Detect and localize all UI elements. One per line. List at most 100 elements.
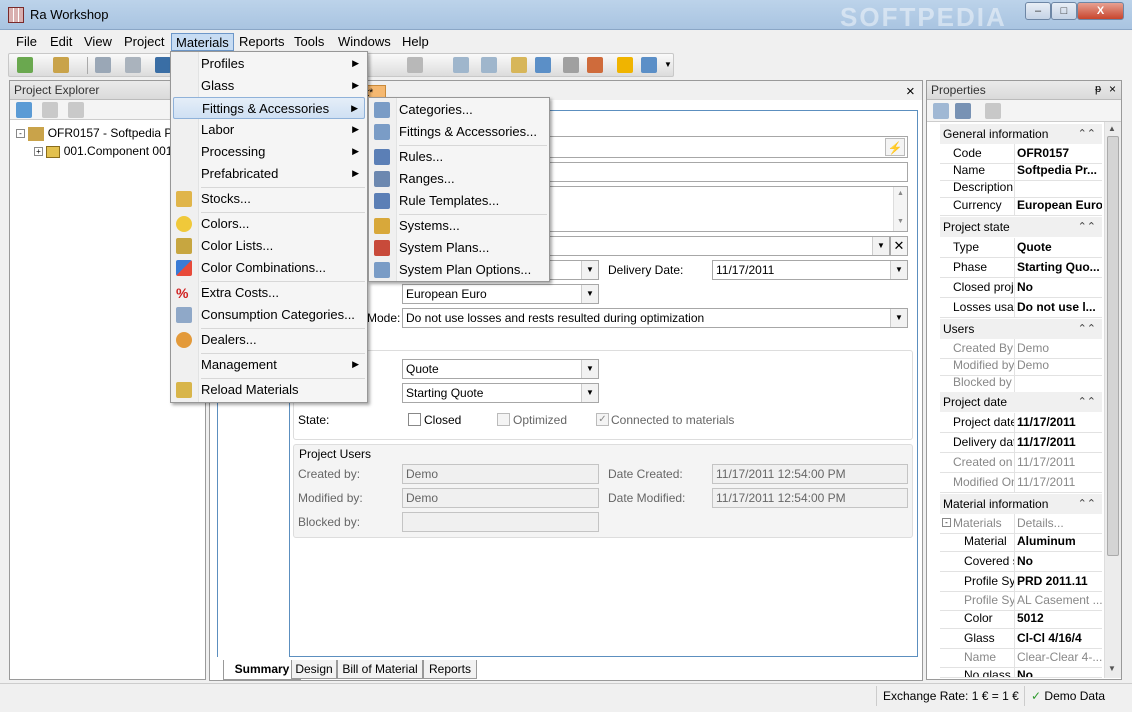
lightning-icon[interactable] xyxy=(617,57,633,73)
minimize-button[interactable]: – xyxy=(1025,2,1051,20)
chevron-down-icon[interactable]: ▼ xyxy=(890,261,907,279)
add-component-icon[interactable] xyxy=(511,57,527,73)
menu-item-prefabricated[interactable]: Prefabricated ▶ xyxy=(173,163,365,185)
list-icon[interactable] xyxy=(42,102,58,118)
prop-blocked-by[interactable]: Blocked by xyxy=(940,373,1102,393)
menu-materials[interactable]: Materials xyxy=(171,33,234,51)
toolbar-overflow-icon[interactable]: ▼ xyxy=(664,60,672,69)
collapse-icon[interactable]: ⌃⌃ xyxy=(1078,124,1096,144)
menu-item-stocks[interactable]: Stocks... xyxy=(173,188,365,210)
properties-close-icon[interactable]: × xyxy=(1109,82,1116,96)
chevron-down-icon[interactable]: ▼ xyxy=(581,261,598,279)
new-project-icon[interactable] xyxy=(17,57,33,73)
menu-reports[interactable]: Reports xyxy=(235,33,289,51)
collapse-icon[interactable]: ⌃⌃ xyxy=(1078,319,1096,339)
menu-project[interactable]: Project xyxy=(120,33,168,51)
submenu-item-rule-templates[interactable]: Rule Templates... xyxy=(371,190,547,212)
submenu-item-ranges[interactable]: Ranges... xyxy=(371,168,547,190)
phase-select[interactable]: Starting Quote ▼ xyxy=(402,383,599,403)
description-scrollbar[interactable]: ▲ ▼ xyxy=(893,187,907,231)
menu-file[interactable]: File xyxy=(12,33,41,51)
open-folder-icon[interactable] xyxy=(53,57,69,73)
prop-project-date[interactable]: Project date 11/17/2011 xyxy=(940,413,1102,433)
menu-item-extra-costs[interactable]: % Extra Costs... xyxy=(173,282,365,304)
materials-toolbar-icon[interactable] xyxy=(453,57,469,73)
sort-az-icon[interactable] xyxy=(955,103,971,119)
profiles-toolbar-icon[interactable] xyxy=(481,57,497,73)
save-icon[interactable] xyxy=(95,57,111,73)
prop-materials[interactable]: Materials Details... xyxy=(940,514,1102,534)
optimized-checkbox[interactable] xyxy=(497,413,510,426)
prop-material[interactable]: Material Aluminum xyxy=(940,532,1102,552)
settings-icon[interactable] xyxy=(641,57,657,73)
prop-profile-system[interactable]: Profile SysPRD 2011.11 xyxy=(940,572,1102,592)
chevron-down-icon[interactable]: ▼ xyxy=(872,237,889,255)
submenu-item-system-plan-options[interactable]: System Plan Options... xyxy=(371,259,547,281)
pin-icon[interactable]: ᵽ xyxy=(1095,83,1101,95)
prop-glass[interactable]: Glass Cl-Cl 4/16/4 xyxy=(940,629,1102,649)
component-icon[interactable] xyxy=(535,57,551,73)
categorized-icon[interactable] xyxy=(933,103,949,119)
prop-closed[interactable]: Closed proje No xyxy=(940,278,1102,298)
collapse-icon[interactable]: ⌃⌃ xyxy=(1078,217,1096,237)
tree-icon[interactable] xyxy=(68,102,84,118)
prop-glass-name[interactable]: Name Clear-Clear 4-... xyxy=(940,648,1102,668)
collapse-icon[interactable]: ⌃⌃ xyxy=(1078,392,1096,412)
prop-no-glass[interactable]: No glass No xyxy=(940,666,1102,678)
prop-type[interactable]: Type Quote xyxy=(940,238,1102,258)
submenu-item-system-plans[interactable]: System Plans... xyxy=(371,237,547,259)
menu-item-colors[interactable]: Colors... xyxy=(173,213,365,235)
save-all-icon[interactable] xyxy=(125,57,141,73)
property-pages-icon[interactable] xyxy=(985,103,1001,119)
scroll-thumb[interactable] xyxy=(1107,136,1119,556)
clear-customer-button[interactable]: ✕ xyxy=(890,236,908,256)
scroll-up-icon[interactable]: ▲ xyxy=(1108,124,1116,133)
menu-item-profiles[interactable]: Profiles ▶ xyxy=(173,53,365,75)
category-state[interactable]: Project state ⌃⌃ xyxy=(940,217,1102,237)
chevron-down-icon[interactable]: ▼ xyxy=(581,360,598,378)
prop-modified-on[interactable]: Modified On 11/17/2011 xyxy=(940,473,1102,493)
menu-item-processing[interactable]: Processing ▶ xyxy=(173,141,365,163)
type-select[interactable]: Quote ▼ xyxy=(402,359,599,379)
closed-checkbox[interactable] xyxy=(408,413,421,426)
chevron-down-icon[interactable]: ▼ xyxy=(890,309,907,327)
menu-item-management[interactable]: Management ▶ xyxy=(173,354,365,376)
chevron-down-icon[interactable]: ▼ xyxy=(581,285,598,303)
collapse-icon[interactable]: - xyxy=(16,129,25,139)
category-users[interactable]: Users ⌃⌃ xyxy=(940,319,1102,339)
prop-phase[interactable]: Phase Starting Quo... xyxy=(940,258,1102,278)
prop-currency[interactable]: Currency European Euro xyxy=(940,196,1102,216)
prop-color[interactable]: Color 5012 xyxy=(940,609,1102,629)
prop-created-on[interactable]: Created on 11/17/2011 xyxy=(940,453,1102,473)
menu-item-color-lists[interactable]: Color Lists... xyxy=(173,235,365,257)
category-general[interactable]: General information ⌃⌃ xyxy=(940,124,1102,144)
tree-root[interactable]: - OFR0157 - Softpedia Pro xyxy=(16,125,183,141)
menu-edit[interactable]: Edit xyxy=(46,33,76,51)
menu-item-glass[interactable]: Glass ▶ xyxy=(173,75,365,97)
scroll-down-icon[interactable]: ▼ xyxy=(1108,664,1116,673)
collapse-icon[interactable]: ⌃⌃ xyxy=(1078,494,1096,514)
print-icon[interactable] xyxy=(407,57,423,73)
menu-item-labor[interactable]: Labor ▶ xyxy=(173,119,365,141)
tree-child[interactable]: + 001.Component 001 xyxy=(34,143,172,159)
menu-view[interactable]: View xyxy=(80,33,116,51)
tab-reports[interactable]: Reports xyxy=(423,660,477,679)
expand-icon[interactable]: + xyxy=(34,147,43,157)
tab-summary[interactable]: Summary xyxy=(223,660,301,680)
submenu-item-fittings[interactable]: Fittings & Accessories... xyxy=(371,121,547,143)
prop-losses[interactable]: Losses usag Do not use l... xyxy=(940,298,1102,318)
menu-item-dealers[interactable]: Dealers... xyxy=(173,329,365,351)
menu-item-color-combinations[interactable]: Color Combinations... xyxy=(173,257,365,279)
chevron-down-icon[interactable]: ▼ xyxy=(581,384,598,402)
tab-bill-of-material[interactable]: Bill of Material xyxy=(337,660,423,679)
report-icon[interactable] xyxy=(587,57,603,73)
menu-windows[interactable]: Windows xyxy=(334,33,395,51)
document-close-icon[interactable]: × xyxy=(906,83,915,100)
connected-checkbox[interactable]: ✓ xyxy=(596,413,609,426)
prop-profile-system-name[interactable]: Profile SysAL Casement ... xyxy=(940,591,1102,611)
submenu-item-systems[interactable]: Systems... xyxy=(371,215,547,237)
delivery-date-field[interactable]: 11/17/2011 ▼ xyxy=(712,260,908,280)
submenu-item-categories[interactable]: Categories... xyxy=(371,99,547,121)
tab-design[interactable]: Design xyxy=(291,660,337,679)
category-date[interactable]: Project date ⌃⌃ xyxy=(940,392,1102,412)
